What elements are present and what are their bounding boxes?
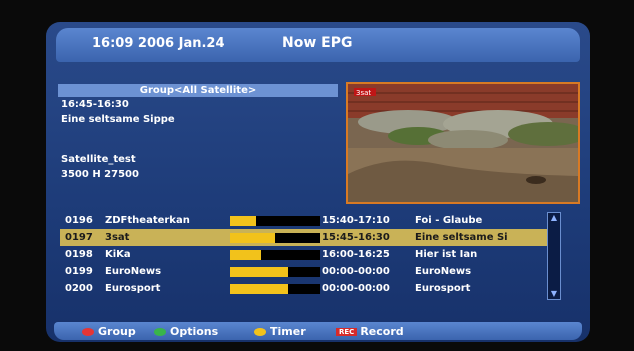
- channel-row[interactable]: 0196 ZDFtheaterkan 15:40-17:10 Foi - Glaube: [60, 212, 560, 229]
- program-name: Eine seltsame Si: [415, 232, 508, 243]
- transponder-info: 3500 H 27500: [61, 169, 139, 180]
- progress-bar: [230, 284, 320, 294]
- program-time-range: 00:00-00:00: [322, 283, 390, 294]
- epg-screen: 16:09 2006 Jan.24 Now EPG Group<All Sate…: [46, 22, 590, 342]
- green-key-icon: [154, 327, 166, 336]
- progress-fill: [230, 267, 288, 277]
- program-time-range: 00:00-00:00: [322, 266, 390, 277]
- satellite-name: Satellite_test: [61, 154, 136, 165]
- group-label: Group: [98, 325, 136, 338]
- footer-bar: Group Options Timer REC Record: [54, 322, 582, 340]
- video-preview: 3sat: [346, 82, 580, 204]
- timer-label: Timer: [270, 325, 306, 338]
- channel-row[interactable]: 0198 KiKa 16:00-16:25 Hier ist Ian: [60, 246, 560, 263]
- channel-number: 0199: [65, 266, 93, 277]
- program-name: Foi - Glaube: [415, 215, 483, 226]
- program-title: Eine seltsame Sippe: [61, 114, 175, 125]
- clock: 16:09 2006 Jan.24: [92, 36, 225, 51]
- progress-bar: [230, 267, 320, 277]
- channel-name: EuroNews: [105, 266, 162, 277]
- program-time: 16:45-16:30: [61, 99, 129, 110]
- progress-fill: [230, 233, 275, 243]
- channel-name: Eurosport: [105, 283, 161, 294]
- options-button[interactable]: Options: [154, 325, 218, 338]
- program-time-range: 15:45-16:30: [322, 232, 390, 243]
- rec-badge: REC: [336, 327, 358, 336]
- channel-row[interactable]: 0200 Eurosport 00:00-00:00 Eurosport: [60, 280, 560, 297]
- record-button[interactable]: REC Record: [336, 325, 404, 338]
- channel-row[interactable]: 0199 EuroNews 00:00-00:00 EuroNews: [60, 263, 560, 280]
- channel-row[interactable]: 0197 3sat 15:45-16:30 Eine seltsame Si: [60, 229, 560, 246]
- channel-name: 3sat: [105, 232, 130, 243]
- channel-number: 0198: [65, 249, 93, 260]
- red-key-icon: [82, 327, 94, 336]
- preview-image: 3sat: [348, 84, 578, 202]
- progress-bar: [230, 216, 320, 226]
- scroll-down-icon[interactable]: ▼: [550, 290, 558, 298]
- options-label: Options: [170, 325, 219, 338]
- channel-number: 0196: [65, 215, 93, 226]
- progress-fill: [230, 216, 257, 226]
- program-name: EuroNews: [415, 266, 472, 277]
- top-bar: 16:09 2006 Jan.24 Now EPG: [56, 28, 580, 62]
- progress-bar: [230, 250, 320, 260]
- channel-name: KiKa: [105, 249, 131, 260]
- progress-fill: [230, 284, 288, 294]
- channel-logo: 3sat: [356, 89, 371, 97]
- program-time-range: 16:00-16:25: [322, 249, 390, 260]
- program-info-panel: 16:45-16:30 Eine seltsame Sippe Satellit…: [58, 99, 338, 205]
- scrollbar[interactable]: ▲ ▼: [547, 212, 561, 300]
- progress-fill: [230, 250, 261, 260]
- yellow-key-icon: [254, 327, 266, 336]
- record-label: Record: [360, 325, 404, 338]
- channel-number: 0197: [65, 232, 93, 243]
- page-title: Now EPG: [282, 35, 353, 51]
- channel-number: 0200: [65, 283, 93, 294]
- program-name: Hier ist Ian: [415, 249, 478, 260]
- progress-bar: [230, 233, 320, 243]
- group-header[interactable]: Group<All Satellite>: [58, 84, 338, 97]
- program-name: Eurosport: [415, 283, 471, 294]
- timer-button[interactable]: Timer: [254, 325, 306, 338]
- scroll-up-icon[interactable]: ▲: [550, 214, 558, 222]
- channel-name: ZDFtheaterkan: [105, 215, 190, 226]
- channel-list: 0196 ZDFtheaterkan 15:40-17:10 Foi - Glaube…: [60, 210, 580, 306]
- group-button[interactable]: Group: [82, 325, 136, 338]
- program-time-range: 15:40-17:10: [322, 215, 390, 226]
